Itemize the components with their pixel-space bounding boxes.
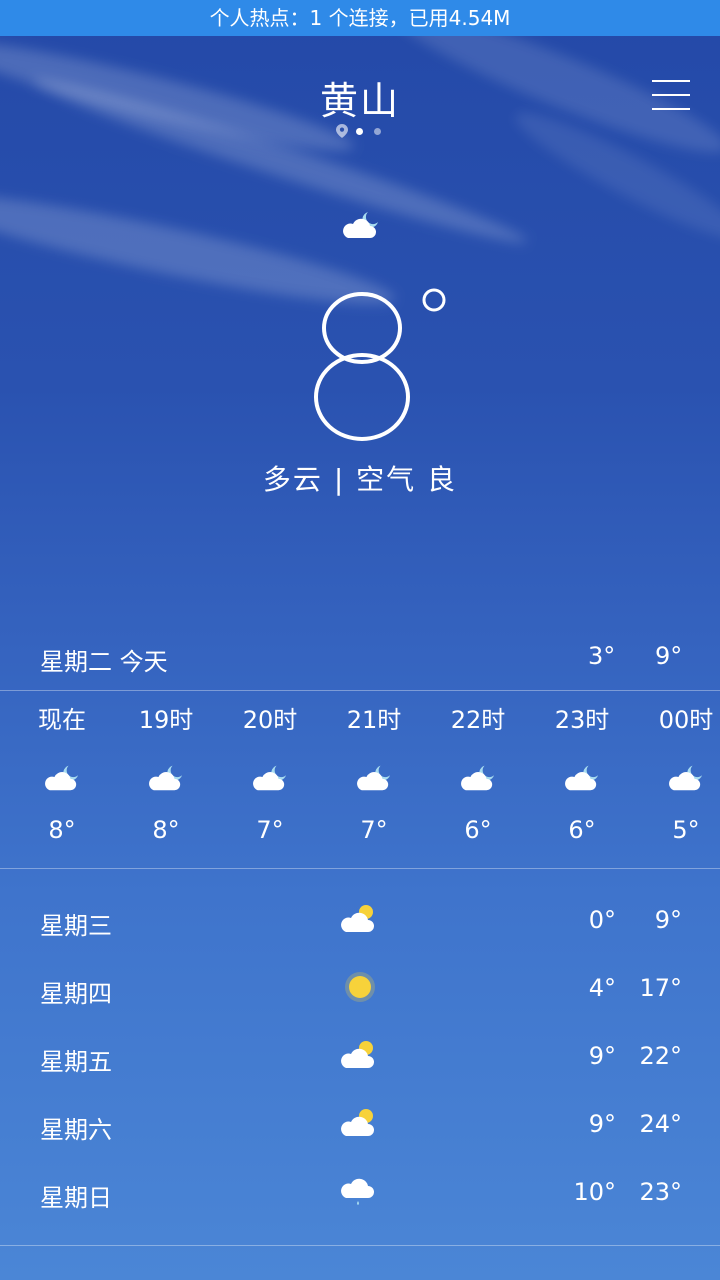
daily-day: 星期三 [40, 912, 112, 940]
daily-high: 17° [639, 974, 682, 1002]
page-dot [374, 128, 381, 135]
hour-time: 21时 [346, 706, 402, 734]
daily-low: 9° [588, 1042, 616, 1070]
hour-time: 20时 [242, 706, 298, 734]
partly-cloudy-night-icon [343, 212, 378, 238]
hour-time: 23时 [554, 706, 610, 734]
partly-cloudy-night-icon [253, 765, 287, 791]
hour-temp: 5° [672, 816, 700, 844]
current-temperature: 8° [0, 270, 720, 460]
partly-cloudy-night-icon [669, 765, 703, 791]
hour-item: 21时 7° [322, 700, 426, 844]
today-high: 9° [655, 642, 683, 670]
hour-item: 00时 5° [634, 700, 720, 844]
hour-temp: 6° [464, 816, 492, 844]
hour-temp: 8° [48, 816, 76, 844]
condition-air-quality: 多云 | 空气 良 [262, 463, 458, 496]
daily-low: 4° [588, 974, 616, 1002]
hour-time: 19时 [138, 706, 194, 734]
location-pin-icon [336, 124, 348, 138]
hour-temp: 8° [152, 816, 180, 844]
hour-item: 20时 7° [218, 700, 322, 844]
daily-row: 星期日 10° 23° [0, 1168, 720, 1218]
divider [0, 690, 720, 691]
hourly-forecast[interactable]: 现在 8° 19时 8° 20时 7° 21时 7° 22时 6° 23时 6°… [0, 700, 720, 860]
daily-day: 星期六 [40, 1116, 112, 1144]
sunny-icon [345, 972, 375, 1002]
today-summary: 星期二 今天 3° 9° [0, 636, 720, 680]
daily-low: 0° [588, 906, 616, 934]
daily-low: 9° [588, 1110, 616, 1138]
daily-day: 星期四 [40, 980, 112, 1008]
hour-item: 22时 6° [426, 700, 530, 844]
rain-icon [341, 1178, 374, 1205]
hour-temp: 7° [256, 816, 284, 844]
hour-time: 现在 [38, 706, 86, 734]
daily-day: 星期五 [40, 1048, 112, 1076]
divider [0, 868, 720, 869]
partly-cloudy-night-icon [45, 765, 79, 791]
daily-high: 9° [654, 906, 682, 934]
hour-temp: 7° [360, 816, 388, 844]
partly-cloudy-day-icon [341, 1109, 374, 1136]
divider [0, 1245, 720, 1246]
partly-cloudy-day-icon [341, 905, 374, 932]
status-bar: 个人热点：1 个连接，已用4.54M [0, 0, 720, 36]
partly-cloudy-night-icon [149, 765, 183, 791]
today-low: 3° [588, 642, 616, 670]
hour-item: 23时 6° [530, 700, 634, 844]
city-name[interactable]: 黄山 [0, 70, 720, 125]
partly-cloudy-night-icon [565, 765, 599, 791]
hour-item: 19时 8° [114, 700, 218, 844]
today-label: 星期二 今天 [40, 648, 168, 676]
daily-high: 24° [639, 1110, 682, 1138]
daily-high: 22° [639, 1042, 682, 1070]
page-indicator [336, 124, 386, 140]
partly-cloudy-day-icon [341, 1041, 374, 1068]
hour-temp: 6° [568, 816, 596, 844]
hour-item: 现在 8° [10, 700, 114, 844]
page-dot-active [356, 128, 363, 135]
daily-row: 星期六 9° 24° [0, 1100, 720, 1150]
daily-row: 星期五 9° 22° [0, 1032, 720, 1082]
daily-row: 星期三 0° 9° [0, 896, 720, 946]
menu-icon[interactable] [652, 78, 690, 112]
hour-time: 00时 [658, 706, 714, 734]
hour-time: 22时 [450, 706, 506, 734]
daily-day: 星期日 [40, 1184, 112, 1212]
partly-cloudy-night-icon [461, 765, 495, 791]
daily-high: 23° [639, 1178, 682, 1206]
daily-row: 星期四 4° 17° [0, 964, 720, 1014]
partly-cloudy-night-icon [357, 765, 391, 791]
daily-low: 10° [573, 1178, 616, 1206]
hotspot-status-text: 个人热点：1 个连接，已用4.54M [209, 6, 511, 30]
